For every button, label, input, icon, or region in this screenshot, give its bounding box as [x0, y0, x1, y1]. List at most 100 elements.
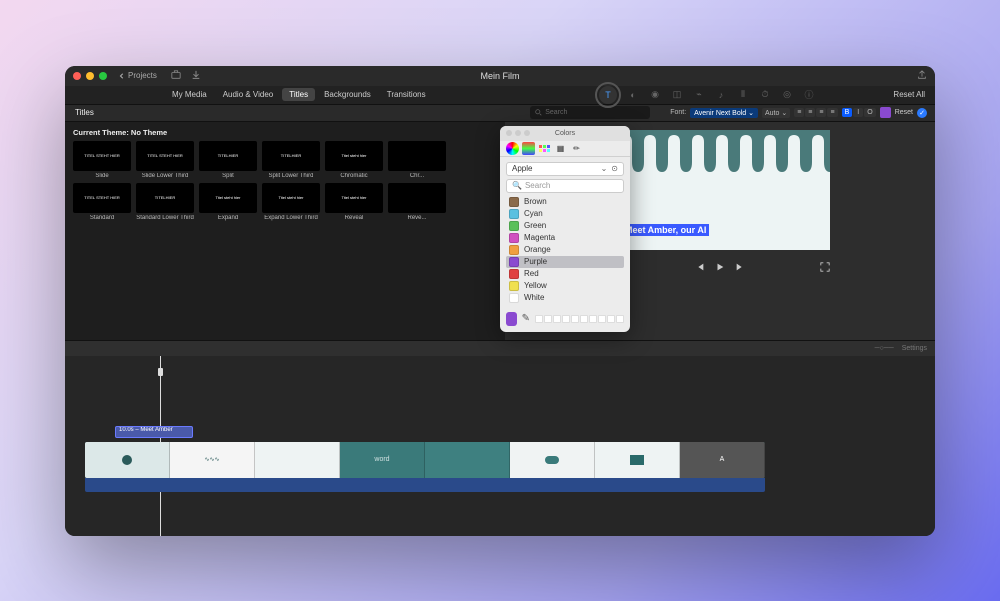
outline-button[interactable]: O [864, 108, 875, 117]
title-thumbnail[interactable]: Reve... [388, 183, 446, 221]
color-swatch-icon [509, 221, 519, 231]
title-thumbnail[interactable]: Chr... [388, 141, 446, 179]
color-list-item[interactable]: White [506, 292, 624, 304]
back-to-projects-button[interactable]: Projects [119, 71, 157, 80]
preview-graphic [610, 130, 830, 202]
title-thumbnail[interactable]: TITELHIERSplit [199, 141, 257, 179]
title-thumbnail[interactable]: TITELHIER Standard Lower Third [136, 183, 194, 221]
clip-filter-icon[interactable]: ◎ [781, 89, 793, 101]
sub-header-row: Titles Search Font: Avenir Next Bold ⌄ A… [65, 104, 935, 122]
color-sliders-tab[interactable] [522, 142, 535, 155]
color-correction-icon[interactable]: ◉ [649, 89, 661, 101]
close-window-icon[interactable] [73, 72, 81, 80]
color-list: BrownCyanGreenMagentaOrangePurpleRedYell… [506, 196, 624, 304]
color-wheel-tab[interactable] [506, 142, 519, 155]
font-label: Font: [670, 109, 686, 116]
saved-swatches[interactable] [535, 315, 624, 323]
palette-menu-icon[interactable]: ⊙ [611, 164, 618, 173]
reset-text-button[interactable]: Reset [895, 109, 913, 116]
current-color-swatch[interactable] [506, 312, 517, 326]
color-search-input[interactable]: 🔍 Search [506, 179, 624, 193]
play-button[interactable] [715, 262, 725, 274]
back-label: Projects [128, 71, 157, 80]
stabilize-icon[interactable]: ⌁ [693, 89, 705, 101]
preview-canvas[interactable]: Meet Amber, our AI [610, 130, 830, 250]
bold-button[interactable]: B [842, 108, 853, 117]
title-thumbnail[interactable]: Titel steht hierReveal [325, 183, 383, 221]
thumbnail-label: Slide [95, 173, 108, 179]
align-center-button[interactable]: ≡ [805, 108, 815, 117]
thumbnail-image: TITELHIER [136, 183, 194, 213]
color-list-item[interactable]: Green [506, 220, 624, 232]
title-caption[interactable]: Meet Amber, our AI [622, 224, 709, 236]
timeline[interactable]: 10.0s – Meet Amber ∿∿∿ word A [65, 356, 935, 536]
title-thumbnail[interactable]: TITELHIERSplit Lower Third [262, 141, 320, 179]
title-thumbnail[interactable]: Titel steht hierExpand Lower Third [262, 183, 320, 221]
share-icon[interactable] [917, 70, 927, 82]
settings-button[interactable]: Settings [902, 345, 927, 352]
thumbnail-image: TITEL STEHT HIER [136, 141, 194, 171]
prev-frame-button[interactable] [695, 262, 705, 274]
title-thumbnail[interactable]: Titel steht hierChromatic [325, 141, 383, 179]
color-list-item[interactable]: Cyan [506, 208, 624, 220]
thumbnail-image [388, 183, 446, 213]
title-thumbnail[interactable]: TITEL STEHT HIERSlide Lower Third [136, 141, 194, 179]
reset-all-button[interactable]: Reset All [893, 90, 925, 99]
thumbnail-label: Standard Lower Third [136, 215, 194, 221]
color-palettes-tab[interactable] [538, 142, 551, 155]
thumbnail-label: Split [222, 173, 234, 179]
align-justify-button[interactable]: ≡ [827, 108, 837, 117]
fullscreen-icon[interactable] [820, 262, 830, 274]
color-list-item[interactable]: Magenta [506, 232, 624, 244]
text-inspector-icon[interactable]: T [599, 86, 617, 104]
thumbnail-label: Reve... [407, 215, 426, 221]
zoom-window-icon[interactable] [99, 72, 107, 80]
font-size-mode[interactable]: Auto ⌄ [762, 108, 790, 118]
title-thumbnail[interactable]: TITEL STEHT HIERSlide [73, 141, 131, 179]
import-icon[interactable] [171, 70, 181, 82]
pencils-tab[interactable]: ✏ [570, 142, 583, 155]
apply-checkmark-icon[interactable]: ✓ [917, 108, 927, 118]
italic-button[interactable]: I [853, 108, 863, 117]
thumbnail-label: Split Lower Third [269, 173, 314, 179]
title-thumbnail[interactable]: TITEL STEHT HIERStandard [73, 183, 131, 221]
tab-titles[interactable]: Titles [282, 88, 315, 101]
volume-icon[interactable]: ♪ [715, 89, 727, 101]
color-list-item[interactable]: Yellow [506, 280, 624, 292]
tab-transitions[interactable]: Transitions [380, 88, 433, 101]
info-icon[interactable]: ⓘ [803, 89, 815, 101]
image-palettes-tab[interactable]: ▦ [554, 142, 567, 155]
thumbnail-image: TITEL STEHT HIER [73, 183, 131, 213]
color-list-item[interactable]: Red [506, 268, 624, 280]
zoom-slider[interactable]: ─○── [875, 345, 894, 352]
color-list-item[interactable]: Orange [506, 244, 624, 256]
audio-track[interactable] [85, 478, 765, 492]
crop-icon[interactable]: ◫ [671, 89, 683, 101]
color-list-item[interactable]: Brown [506, 196, 624, 208]
next-frame-button[interactable] [735, 262, 745, 274]
color-balance-icon[interactable]: ◐ [627, 89, 639, 101]
video-track[interactable]: ∿∿∿ word A [85, 442, 765, 478]
palette-dropdown[interactable]: Apple ⌄⊙ [506, 162, 624, 176]
tab-audio-video[interactable]: Audio & Video [216, 88, 281, 101]
style-segment: B I O [842, 108, 876, 117]
color-list-item[interactable]: Purple [506, 256, 624, 268]
tab-my-media[interactable]: My Media [165, 88, 214, 101]
eyedropper-icon[interactable]: ✎ [522, 313, 530, 324]
media-tabs-row: My Media Audio & Video Titles Background… [65, 86, 935, 104]
colors-panel-footer: ✎ [500, 308, 630, 332]
title-thumbnail[interactable]: Titel steht hierExpand [199, 183, 257, 221]
browser-search-input[interactable]: Search [530, 106, 650, 119]
align-left-button[interactable]: ≡ [794, 108, 804, 117]
align-right-button[interactable]: ≡ [816, 108, 826, 117]
tab-backgrounds[interactable]: Backgrounds [317, 88, 378, 101]
speed-icon[interactable]: ⏱ [759, 89, 771, 101]
text-color-swatch[interactable] [880, 107, 891, 118]
font-dropdown[interactable]: Avenir Next Bold ⌄ [690, 108, 758, 118]
noise-reduction-icon[interactable]: ⫴ [737, 89, 749, 101]
download-icon[interactable] [191, 70, 201, 82]
minimize-window-icon[interactable] [86, 72, 94, 80]
thumbnail-label: Chromatic [340, 173, 367, 179]
colors-panel-titlebar[interactable]: Colors [500, 126, 630, 141]
title-clip[interactable]: 10.0s – Meet Amber [115, 426, 193, 438]
